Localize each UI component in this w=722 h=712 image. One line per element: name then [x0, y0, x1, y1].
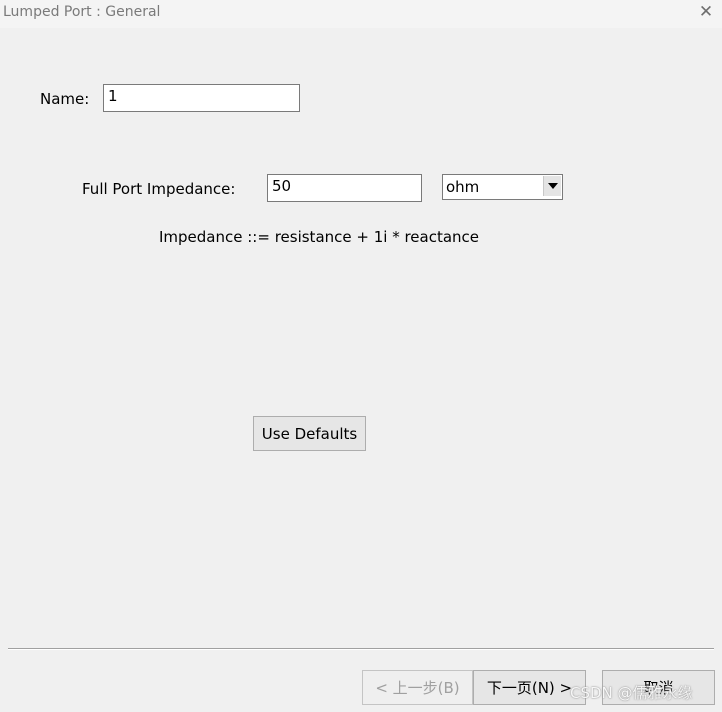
impedance-formula: Impedance ::= resistance + 1i * reactanc… [159, 228, 480, 246]
footer-separator [8, 648, 714, 650]
impedance-label: Full Port Impedance: [82, 180, 236, 198]
watermark: CSDN @儒雅永缘 [570, 684, 693, 702]
impedance-input[interactable]: 50 [267, 174, 422, 202]
unit-select[interactable]: ohm [442, 174, 563, 200]
window-title: Lumped Port : General [3, 4, 161, 20]
back-button[interactable]: < 上一步(B) [362, 670, 473, 705]
title-bar: Lumped Port : General ✕ [0, 0, 722, 28]
name-input[interactable]: 1 [103, 84, 300, 112]
unit-select-value: ohm [446, 178, 480, 196]
chevron-down-icon[interactable] [543, 176, 561, 196]
name-label: Name: [40, 90, 90, 108]
use-defaults-button[interactable]: Use Defaults [253, 416, 366, 451]
close-icon[interactable]: ✕ [696, 2, 716, 22]
